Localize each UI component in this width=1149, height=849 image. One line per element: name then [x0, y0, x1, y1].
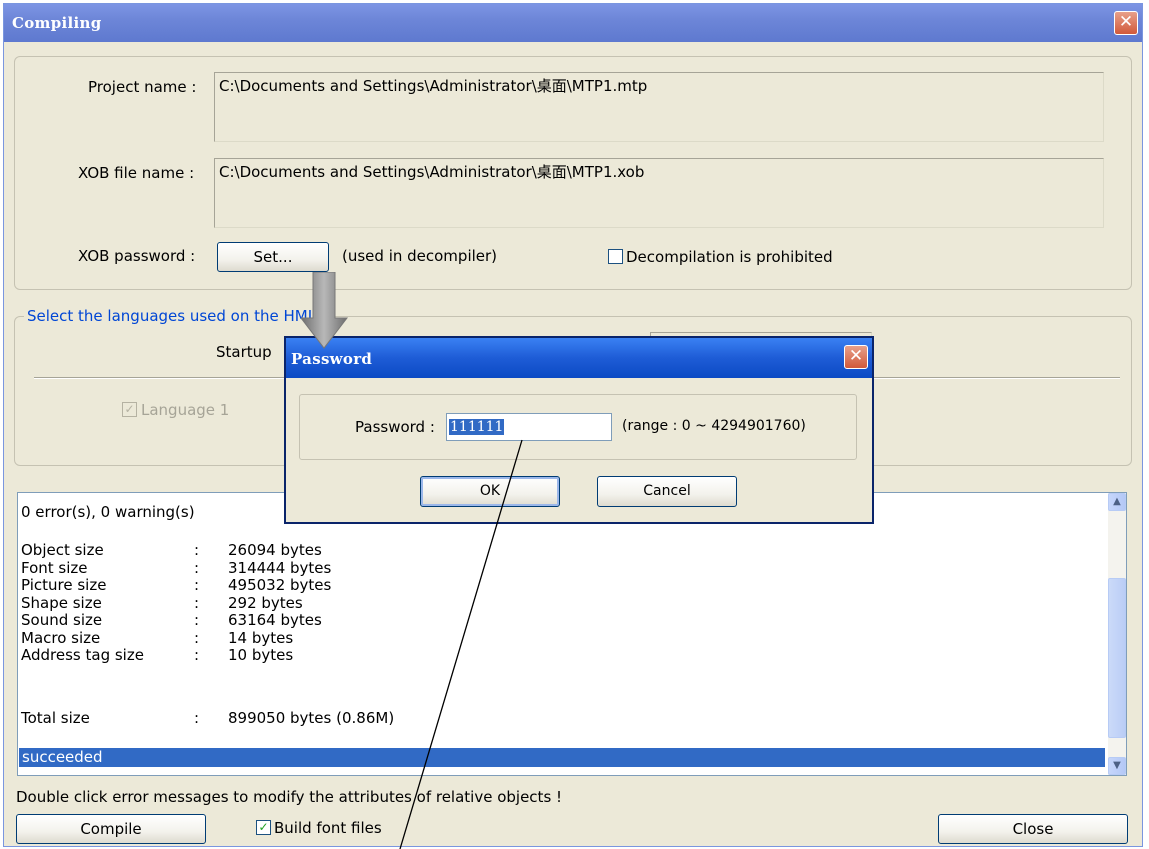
stat-colon: : — [194, 558, 200, 577]
project-name-field: C:\Documents and Settings\Administrator\… — [214, 72, 1104, 142]
password-label: Password : — [355, 418, 435, 436]
stat-value: 26094 bytes — [228, 541, 322, 559]
stat-value: 14 bytes — [228, 628, 294, 647]
build-font-label: Build font files — [274, 819, 382, 837]
stat-value: 314444 bytes — [228, 558, 332, 577]
close-icon[interactable]: ✕ — [1114, 11, 1138, 35]
stat-name: Macro size — [21, 628, 101, 647]
scroll-down-icon[interactable]: ▼ — [1108, 757, 1126, 775]
dialog-title-bar: Password ✕ — [286, 338, 872, 378]
stat-value: 292 bytes — [228, 593, 303, 612]
password-value: 111111 — [449, 419, 505, 435]
scroll-up-icon[interactable]: ▲ — [1108, 493, 1126, 511]
stat-colon: : — [194, 611, 200, 629]
set-hint: (used in decompiler) — [342, 247, 498, 265]
stat-colon: : — [194, 576, 200, 594]
stat-value: 10 bytes — [228, 646, 294, 664]
stat-name: Shape size — [21, 593, 102, 612]
stat-value: 63164 bytes — [228, 611, 322, 629]
stat-name: Address tag size — [21, 646, 144, 664]
languages-group-label: Select the languages used on the HMI — [24, 307, 316, 325]
stat-name: Font size — [21, 558, 88, 577]
set-password-button[interactable]: Set... — [217, 242, 329, 272]
stat-colon: : — [194, 628, 200, 647]
total-label: Total size — [21, 709, 90, 727]
xob-file-field: C:\Documents and Settings\Administrator\… — [214, 158, 1104, 228]
scroll-thumb[interactable] — [1108, 578, 1126, 738]
startup-label: Startup — [216, 343, 272, 361]
decompile-checkbox-label: Decompilation is prohibited — [626, 248, 833, 266]
total-value: 899050 bytes (0.86M) — [228, 709, 395, 727]
stat-colon: : — [194, 541, 200, 559]
down-arrow-icon — [301, 272, 349, 349]
stat-colon: : — [194, 646, 200, 664]
range-text: (range : 0 ~ 4294901760) — [622, 418, 806, 434]
stat-name: Object size — [21, 541, 104, 559]
stat-colon: : — [194, 593, 200, 612]
xob-file-label: XOB file name : — [78, 164, 195, 182]
stat-name: Sound size — [21, 611, 103, 629]
compile-button[interactable]: Compile — [16, 814, 206, 844]
status-row-selected[interactable]: succeeded — [19, 748, 1105, 767]
password-dialog: Password ✕ Password : 111111 (range : 0 … — [284, 336, 874, 524]
password-input[interactable]: 111111 — [446, 413, 612, 441]
build-font-checkbox[interactable]: ✓ — [256, 820, 271, 835]
total-colon: : — [194, 709, 200, 727]
language1-checkbox[interactable]: ✓ — [122, 402, 137, 417]
project-name-value: C:\Documents and Settings\Administrator\… — [219, 77, 648, 95]
ok-button[interactable]: OK — [420, 476, 560, 507]
language1-label: Language 1 — [141, 401, 230, 419]
decompile-checkbox[interactable] — [608, 249, 623, 264]
stat-value: 495032 bytes — [228, 576, 332, 594]
close-icon[interactable]: ✕ — [844, 345, 868, 369]
vertical-scrollbar[interactable]: ▲ ▼ — [1108, 493, 1126, 775]
project-name-label: Project name : — [88, 78, 197, 96]
hint-text: Double click error messages to modify th… — [16, 788, 563, 806]
stat-name: Picture size — [21, 576, 107, 594]
title-bar: Compiling ✕ — [4, 4, 1142, 42]
output-list[interactable]: 0 error(s), 0 warning(s) Object size : 2… — [17, 492, 1127, 776]
close-button[interactable]: Close — [938, 814, 1128, 844]
xob-password-label: XOB password : — [78, 247, 196, 265]
dialog-title: Password — [291, 350, 373, 368]
error-summary: 0 error(s), 0 warning(s) — [21, 503, 195, 521]
cancel-button[interactable]: Cancel — [597, 476, 737, 507]
window-title: Compiling — [12, 14, 102, 32]
xob-file-value: C:\Documents and Settings\Administrator\… — [219, 163, 645, 181]
